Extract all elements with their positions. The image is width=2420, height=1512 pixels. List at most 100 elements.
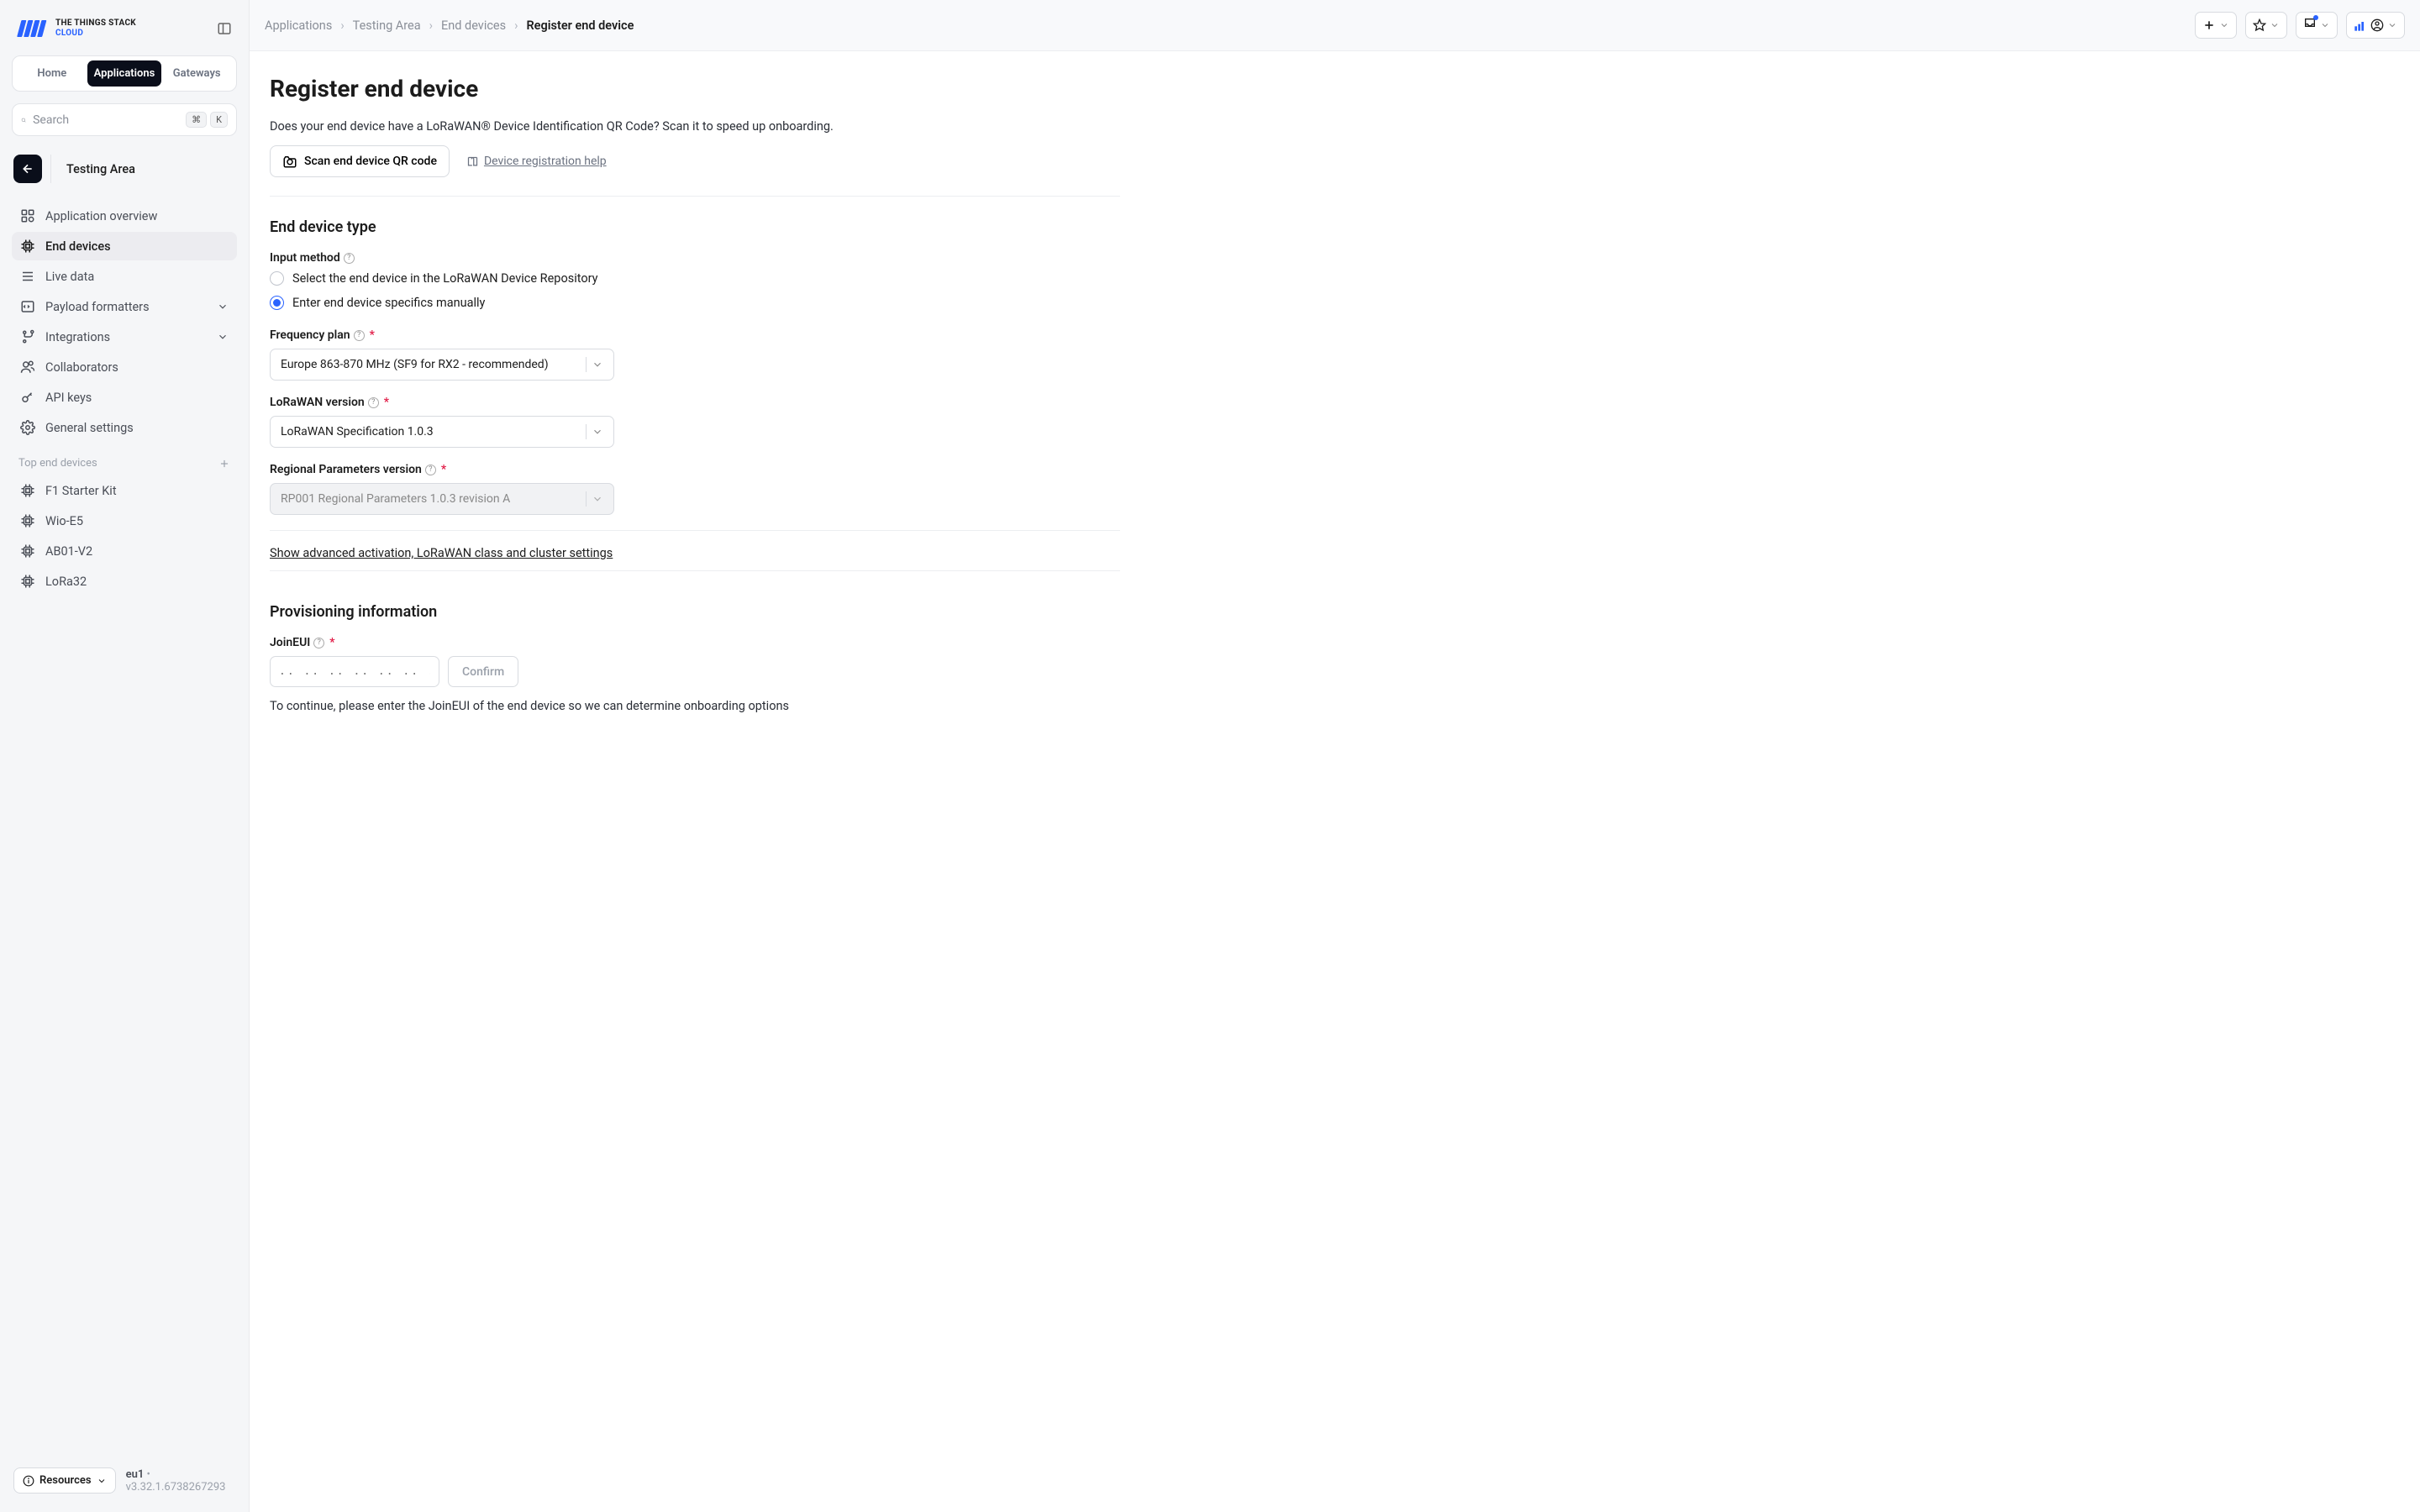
- chevron-down-icon: [2387, 20, 2397, 30]
- chevron-down-icon: [2270, 20, 2280, 30]
- list-icon: [20, 269, 35, 284]
- nav-settings[interactable]: General settings: [12, 413, 237, 442]
- nav-label: Application overview: [45, 209, 157, 223]
- tab-home[interactable]: Home: [17, 60, 87, 87]
- star-button[interactable]: [2245, 12, 2287, 39]
- main: Applications › Testing Area › End device…: [249, 0, 2420, 1512]
- chevron-down-icon: [592, 359, 603, 370]
- notifications-button[interactable]: [2296, 12, 2338, 39]
- top-device-item[interactable]: LoRa32: [12, 567, 237, 596]
- chevron-down-icon: [592, 493, 603, 505]
- nav-end-devices[interactable]: End devices: [12, 232, 237, 260]
- puzzle-icon: [20, 329, 35, 344]
- plus-icon[interactable]: [218, 458, 230, 470]
- top-device-item[interactable]: Wio-E5: [12, 507, 237, 535]
- help-icon[interactable]: ?: [425, 465, 436, 475]
- help-icon[interactable]: ?: [344, 253, 355, 264]
- nav-label: API keys: [45, 391, 92, 405]
- chevron-down-icon: [592, 426, 603, 438]
- advanced-settings-link[interactable]: Show advanced activation, LoRaWAN class …: [270, 546, 613, 560]
- users-icon: [20, 360, 35, 375]
- nav-label: Live data: [45, 270, 94, 284]
- add-button[interactable]: [2195, 12, 2237, 39]
- breadcrumb-item[interactable]: Applications: [265, 18, 332, 33]
- intro-text: Does your end device have a LoRaWAN® Dev…: [270, 119, 1120, 134]
- chevron-down-icon: [2320, 20, 2330, 30]
- confirm-button[interactable]: Confirm: [448, 656, 518, 687]
- org-icon: [2354, 18, 2367, 32]
- shortcut-k: K: [210, 112, 228, 128]
- chevron-right-icon: ›: [429, 18, 433, 33]
- topbar: Applications › Testing Area › End device…: [250, 0, 2420, 51]
- context-row: Testing Area: [12, 155, 237, 183]
- tab-applications[interactable]: Applications: [87, 60, 162, 87]
- brand-logo[interactable]: THE THINGS STACK CLOUD: [17, 18, 136, 39]
- nav-api-keys[interactable]: API keys: [12, 383, 237, 412]
- camera-icon: [282, 154, 297, 169]
- nav-label: Collaborators: [45, 360, 118, 375]
- breadcrumb-item[interactable]: End devices: [441, 18, 506, 33]
- nav-integrations[interactable]: Integrations: [12, 323, 237, 351]
- radio-icon: [270, 296, 284, 310]
- chevron-down-icon: [217, 301, 229, 312]
- nav-label: Payload formatters: [45, 300, 150, 314]
- divider: [270, 570, 1120, 571]
- chevron-down-icon: [217, 331, 229, 343]
- nav-label: General settings: [45, 421, 134, 435]
- scan-qr-button[interactable]: Scan end device QR code: [270, 145, 450, 177]
- cpu-icon: [20, 513, 35, 528]
- cpu-icon: [20, 239, 35, 254]
- radio-repository[interactable]: Select the end device in the LoRaWAN Dev…: [270, 271, 1120, 286]
- page-title: Register end device: [270, 75, 1120, 102]
- regional-params-select: RP001 Regional Parameters 1.0.3 revision…: [270, 483, 614, 515]
- radio-manual[interactable]: Enter end device specifics manually: [270, 296, 1120, 310]
- sidebar-collapse-icon[interactable]: [217, 21, 232, 36]
- search-box[interactable]: ⌘ K: [12, 103, 237, 136]
- arrow-left-icon: [21, 162, 34, 176]
- joineui-label: JoinEUI ? *: [270, 636, 1120, 649]
- user-icon: [2370, 18, 2384, 32]
- frequency-select[interactable]: Europe 863-870 MHz (SF9 for RX2 - recomm…: [270, 349, 614, 381]
- code-icon: [20, 299, 35, 314]
- brand-logo-icon: [17, 18, 47, 39]
- gear-icon: [20, 420, 35, 435]
- resources-button[interactable]: Resources: [13, 1467, 116, 1494]
- nav-payload[interactable]: Payload formatters: [12, 292, 237, 321]
- section-provisioning-title: Provisioning information: [270, 603, 1120, 621]
- joineui-input[interactable]: [270, 656, 439, 687]
- nav-collaborators[interactable]: Collaborators: [12, 353, 237, 381]
- context-name: Testing Area: [66, 162, 135, 176]
- back-button[interactable]: [13, 155, 42, 183]
- version-label: v3.32.1.6738267293: [126, 1481, 226, 1494]
- topbar-actions: [2195, 12, 2405, 39]
- top-device-item[interactable]: AB01-V2: [12, 537, 237, 565]
- divider: [50, 155, 51, 183]
- info-icon: [23, 1475, 34, 1487]
- section-tabs: Home Applications Gateways: [12, 55, 237, 92]
- nav-list: Application overview End devices Live da…: [12, 202, 237, 442]
- registration-help-link[interactable]: Device registration help: [466, 155, 607, 168]
- nav-overview[interactable]: Application overview: [12, 202, 237, 230]
- breadcrumb-item[interactable]: Testing Area: [353, 18, 421, 33]
- tab-gateways[interactable]: Gateways: [161, 60, 232, 87]
- help-icon[interactable]: ?: [354, 330, 365, 341]
- lorawan-version-select[interactable]: LoRaWAN Specification 1.0.3: [270, 416, 614, 448]
- sidebar: THE THINGS STACK CLOUD Home Applications…: [0, 0, 249, 1512]
- book-icon: [466, 155, 479, 168]
- top-devices-header: Top end devices: [12, 442, 237, 476]
- joineui-hint: To continue, please enter the JoinEUI of…: [270, 699, 1120, 713]
- shortcut-cmd: ⌘: [186, 112, 207, 128]
- help-icon[interactable]: ?: [368, 397, 379, 408]
- frequency-label: Frequency plan ? *: [270, 328, 1120, 342]
- sidebar-footer: Resources eu1 • v3.32.1.6738267293: [12, 1461, 237, 1500]
- breadcrumb: Applications › Testing Area › End device…: [265, 18, 634, 33]
- chevron-right-icon: ›: [340, 18, 344, 33]
- search-input[interactable]: [33, 113, 182, 127]
- notification-dot: [2313, 15, 2318, 20]
- chevron-down-icon: [97, 1476, 107, 1486]
- top-device-item[interactable]: F1 Starter Kit: [12, 476, 237, 505]
- nav-live-data[interactable]: Live data: [12, 262, 237, 291]
- nav-label: End devices: [45, 239, 111, 254]
- help-icon[interactable]: ?: [313, 638, 324, 648]
- account-button[interactable]: [2346, 12, 2405, 39]
